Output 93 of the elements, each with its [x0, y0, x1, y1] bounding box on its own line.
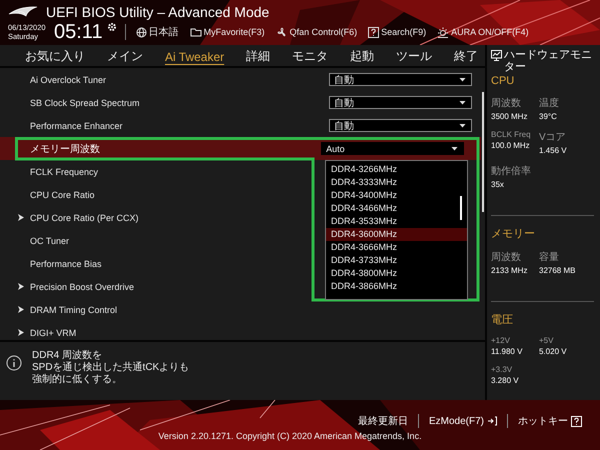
arrow-icon [18, 283, 24, 290]
section-title: 電圧 [491, 313, 514, 327]
toolbar-button[interactable]: Qfan Control(F6) [276, 26, 358, 38]
panel-title: ハードウェアモニター [504, 49, 593, 73]
caret-icon [459, 100, 466, 105]
dropdown-field[interactable]: 自動 [329, 73, 472, 86]
reading-label: 周波数 [491, 250, 522, 264]
tab[interactable]: モニタ [281, 45, 340, 66]
reading-value: 11.980 V [491, 347, 524, 356]
arrow-icon [18, 329, 24, 336]
dropdown-option[interactable]: DDR4-3866MHz [326, 280, 467, 293]
reading-label: 温度 [539, 96, 560, 110]
reading-label: Vコア [539, 131, 567, 144]
reading-value: 2133 MHz [491, 266, 528, 275]
setting-label: CPU Core Ratio [30, 190, 95, 200]
version-text: Version 2.20.1271. Copyright (C) 2020 American Megatrends, Inc. [158, 431, 422, 441]
arrow-icon [18, 214, 24, 221]
toolbar-button[interactable]: MyFavorite(F3) [190, 27, 265, 37]
setting-label[interactable]: DIGI+ VRM [30, 328, 76, 338]
tab[interactable]: 起動 [339, 45, 386, 66]
tab[interactable]: お気に入り [14, 45, 96, 66]
window-title: UEFI BIOS Utility – Advanced Mode [46, 4, 270, 20]
arrow-icon [18, 306, 24, 313]
reading-label: +5V [539, 336, 554, 345]
reading-value: 5.020 V [539, 347, 568, 356]
help-icon [368, 26, 380, 38]
setting-label: Performance Enhancer [30, 120, 123, 130]
reading-value: 3500 MHz [491, 112, 528, 121]
tab[interactable]: メイン [96, 45, 154, 66]
reading-label: BCLK Freq [491, 130, 532, 139]
footer-button[interactable]: ホットキー [508, 414, 592, 428]
exit-icon [487, 416, 497, 426]
dropdown-option[interactable]: DDR4-3533MHz [326, 215, 467, 228]
reading-value: 35x [491, 180, 505, 189]
dropdown-option[interactable]: DDR4-3466MHz [326, 202, 467, 215]
setting-label: メモリー周波数 [30, 142, 100, 156]
dropdown-option[interactable]: DDR4-3333MHz [326, 176, 467, 189]
toolbar-button[interactable]: Search(F9) [368, 26, 426, 38]
reading-label: +3.3V [491, 365, 514, 374]
help-icon [571, 416, 582, 426]
caret-icon [459, 123, 466, 128]
monitor-icon [491, 50, 502, 61]
reading-value: 1.456 V [539, 146, 568, 155]
setting-label: Ai Overclock Tuner [30, 74, 106, 84]
settings-icon[interactable] [106, 22, 117, 32]
scrollbar[interactable] [460, 196, 462, 220]
help-text: SPDを通じ検出した共通tCKよりも [32, 362, 190, 374]
reading-value: 3.280 V [491, 376, 520, 385]
tab[interactable]: 詳細 [235, 45, 282, 66]
dropdown-field[interactable]: 自動 [329, 119, 472, 132]
reading-label: 動作倍率 [491, 164, 532, 178]
caret-icon [451, 146, 458, 151]
caret-icon [459, 77, 466, 82]
setting-label: OC Tuner [30, 236, 70, 246]
reading-label: +12V [491, 336, 511, 345]
info-icon [6, 355, 22, 371]
sun-icon [437, 26, 450, 38]
dropdown-option[interactable]: DDR4-3400MHz [326, 189, 467, 202]
reading-label: 容量 [539, 250, 560, 264]
reading-value: 32768 MB [539, 266, 576, 275]
setting-label: Performance Bias [30, 258, 102, 268]
toolbar-button[interactable]: AURA ON/OFF(F4) [437, 26, 529, 38]
setting-label[interactable]: Precision Boost Overdrive [30, 282, 134, 292]
dropdown-field[interactable]: Auto [321, 142, 464, 155]
folder-icon [190, 27, 202, 37]
dropdown-option[interactable]: DDR4-3733MHz [326, 254, 467, 267]
reading-label: 周波数 [491, 96, 522, 110]
toolbar-button[interactable]: 日本語 [136, 25, 179, 39]
dropdown-option[interactable]: DDR4-3600MHz [326, 228, 467, 241]
help-text: 強制的に低くする。 [32, 374, 123, 386]
globe-icon [136, 26, 147, 38]
logo-icon [8, 4, 38, 18]
dropdown-field[interactable]: 自動 [329, 96, 472, 109]
footer-button[interactable]: EzMode(F7) [418, 416, 507, 426]
fan-icon [276, 26, 288, 38]
clock-time: 05:11 [54, 20, 103, 44]
tab[interactable]: 終了 [443, 45, 485, 66]
setting-label[interactable]: DRAM Timing Control [30, 304, 118, 314]
tab[interactable]: Ai Tweaker [154, 45, 236, 66]
tab[interactable]: ツール [385, 45, 444, 66]
scrollbar[interactable] [482, 92, 484, 212]
footer-button[interactable]: 最終更新日 [348, 414, 418, 428]
dropdown-option[interactable]: DDR4-3800MHz [326, 267, 467, 280]
dropdown-option[interactable]: DDR4-3266MHz [326, 163, 467, 176]
setting-label: SB Clock Spread Spectrum [30, 98, 140, 108]
reading-value: 100.0 MHz [491, 141, 531, 150]
help-text: DDR4 周波数を [32, 350, 104, 362]
reading-value: 39°C [539, 112, 558, 121]
setting-label[interactable]: CPU Core Ratio (Per CCX) [30, 212, 139, 222]
dropdown-option[interactable]: DDR4-3666MHz [326, 241, 467, 254]
section-title: メモリー [491, 227, 536, 241]
setting-label: FCLK Frequency [30, 166, 98, 176]
section-title: CPU [491, 75, 516, 87]
